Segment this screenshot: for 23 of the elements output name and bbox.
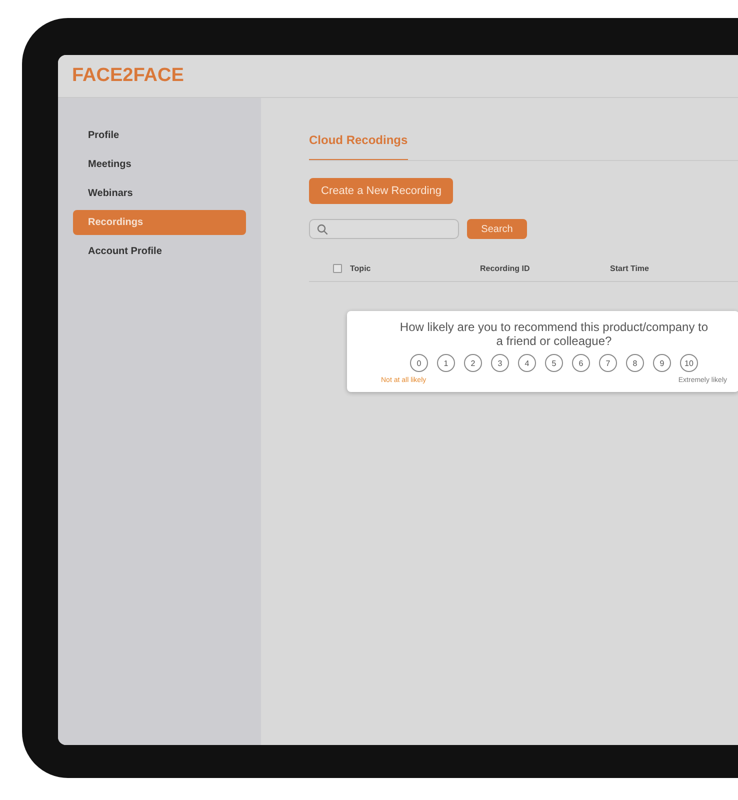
sidebar-item[interactable]: Account Profile — [73, 239, 246, 264]
app-logo: FACE2FACE — [72, 65, 184, 87]
search-field[interactable] — [309, 219, 459, 239]
score-option[interactable]: 6 — [572, 354, 590, 372]
score-option[interactable]: 3 — [491, 354, 509, 372]
survey-question: How likely are you to recommend this product/company to a friend or colleague? — [399, 320, 709, 348]
score-option[interactable]: 9 — [653, 354, 671, 372]
score-option[interactable]: 1 — [437, 354, 455, 372]
score-option[interactable]: 8 — [626, 354, 644, 372]
score-option[interactable]: 10 — [680, 354, 698, 372]
column-header: Topic — [350, 264, 372, 273]
score-option[interactable]: 4 — [518, 354, 536, 372]
score-option[interactable]: 2 — [464, 354, 482, 372]
checkbox[interactable] — [333, 264, 342, 273]
column-header: Start Time — [610, 264, 650, 273]
score-option[interactable]: 7 — [599, 354, 617, 372]
sidebar-item[interactable]: Webinars — [73, 181, 246, 206]
score-option[interactable]: 0 — [410, 354, 428, 372]
sidebar-item[interactable]: Profile — [73, 123, 246, 148]
sidebar-item[interactable]: Meetings — [73, 152, 246, 177]
column-header: Recording ID — [480, 264, 531, 273]
search-icon — [317, 224, 328, 234]
score-option[interactable]: 5 — [545, 354, 563, 372]
